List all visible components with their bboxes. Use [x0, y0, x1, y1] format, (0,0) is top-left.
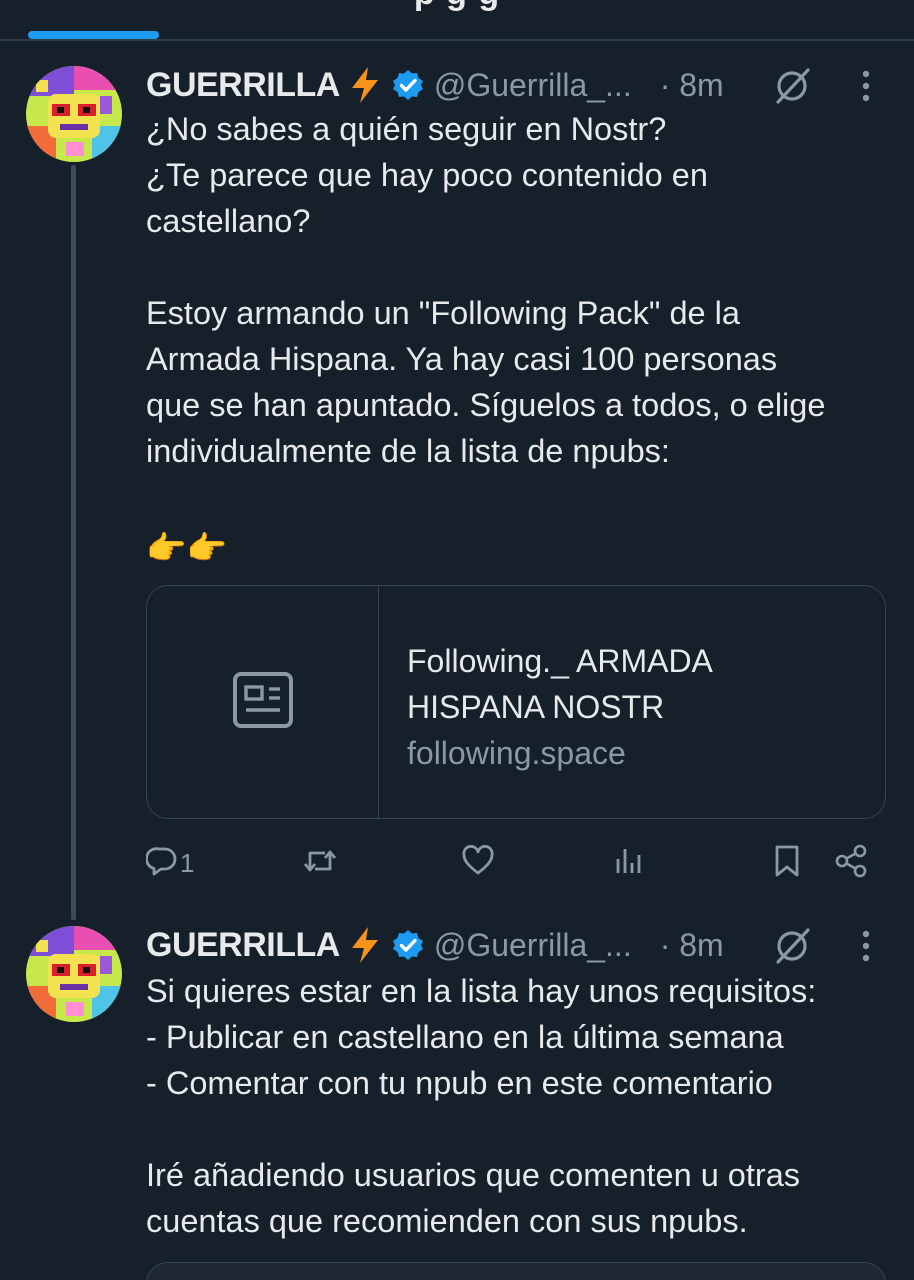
bookmark-icon	[772, 844, 802, 883]
post-text: Si quieres estar en la lista hay unos re…	[146, 968, 896, 1244]
share-icon	[834, 844, 868, 883]
tab-title[interactable]: p g g	[0, 0, 914, 13]
bookmark-button[interactable]	[772, 838, 802, 888]
post-text-line: Estoy armando un "Following Pack" de la	[146, 295, 740, 331]
post-text-line: individualmente de la lista de npubs:	[146, 433, 670, 469]
verified-badge-icon[interactable]	[392, 929, 424, 961]
like-button[interactable]	[461, 838, 495, 888]
display-name[interactable]: GUERRILLA	[146, 66, 340, 105]
next-preview-card[interactable]	[146, 1262, 886, 1280]
reply-button[interactable]: 1	[145, 838, 195, 888]
post-time[interactable]: · 8m	[660, 67, 724, 104]
lightning-icon	[348, 66, 382, 104]
link-text: Following._ ARMADA HISPANA NOSTR followi…	[407, 638, 867, 776]
thread-connector-line	[71, 165, 76, 920]
pointing-emoji: 👉👉	[146, 530, 227, 566]
link-title: Following._ ARMADA	[407, 643, 713, 679]
user-handle[interactable]: @Guerrilla_...	[434, 927, 632, 964]
link-title: HISPANA NOSTR	[407, 689, 665, 725]
reply-icon	[145, 845, 178, 882]
retweet-button[interactable]	[301, 838, 339, 888]
top-tab-bar: p g g	[0, 0, 914, 41]
avatar-image	[26, 926, 122, 1022]
post-time[interactable]: · 8m	[660, 927, 724, 964]
avatar-image	[26, 66, 122, 162]
like-icon	[461, 844, 495, 882]
user-handle[interactable]: @Guerrilla_...	[434, 67, 632, 104]
post-header: GUERRILLA @Guerrilla_... · 8m	[146, 922, 886, 968]
avatar[interactable]	[26, 66, 122, 162]
grok-icon[interactable]	[772, 926, 812, 971]
post-text-line: ¿Te parece que hay poco contenido en	[146, 157, 708, 193]
link-thumbnail	[147, 586, 379, 818]
post-text-line: ¿No sabes a quién seguir en Nostr?	[146, 111, 667, 147]
avatar[interactable]	[26, 926, 122, 1022]
post-text-line: Iré añadiendo usuarios que comenten u ot…	[146, 1157, 801, 1193]
link-preview-card[interactable]: Following._ ARMADA HISPANA NOSTR followi…	[146, 585, 886, 819]
post-text-line: Armada Hispana. Ya hay casi 100 personas	[146, 341, 778, 377]
verified-badge-icon[interactable]	[392, 69, 424, 101]
post-text-line: - Publicar en castellano en la última se…	[146, 1019, 784, 1055]
post-text-line: cuentas que recomienden con sus npubs.	[146, 1203, 748, 1239]
share-button[interactable]	[834, 838, 868, 888]
header-divider	[0, 39, 914, 41]
reply-count: 1	[180, 847, 195, 878]
post-header: GUERRILLA @Guerrilla_... · 8m	[146, 62, 886, 108]
views-button[interactable]	[614, 838, 644, 888]
link-domain: following.space	[407, 735, 626, 771]
post-text-line: castellano?	[146, 203, 311, 239]
post-text-line: - Comentar con tu npub en este comentari…	[146, 1065, 773, 1101]
post-actions: 1	[145, 838, 886, 888]
more-icon[interactable]	[858, 926, 874, 971]
post-text-line: Si quieres estar en la lista hay unos re…	[146, 973, 817, 1009]
grok-icon[interactable]	[772, 66, 812, 111]
views-icon	[614, 845, 644, 882]
lightning-icon	[348, 926, 382, 964]
display-name[interactable]: GUERRILLA	[146, 926, 340, 965]
article-icon	[232, 671, 294, 734]
post-text-line: que se han apuntado. Síguelos a todos, o…	[146, 387, 826, 423]
retweet-icon	[301, 845, 339, 882]
thread-view: p g g GUERRILLA	[0, 0, 914, 1280]
more-icon[interactable]	[858, 66, 874, 111]
active-tab-indicator	[28, 31, 159, 39]
post-text: ¿No sabes a quién seguir en Nostr? ¿Te p…	[146, 106, 896, 576]
